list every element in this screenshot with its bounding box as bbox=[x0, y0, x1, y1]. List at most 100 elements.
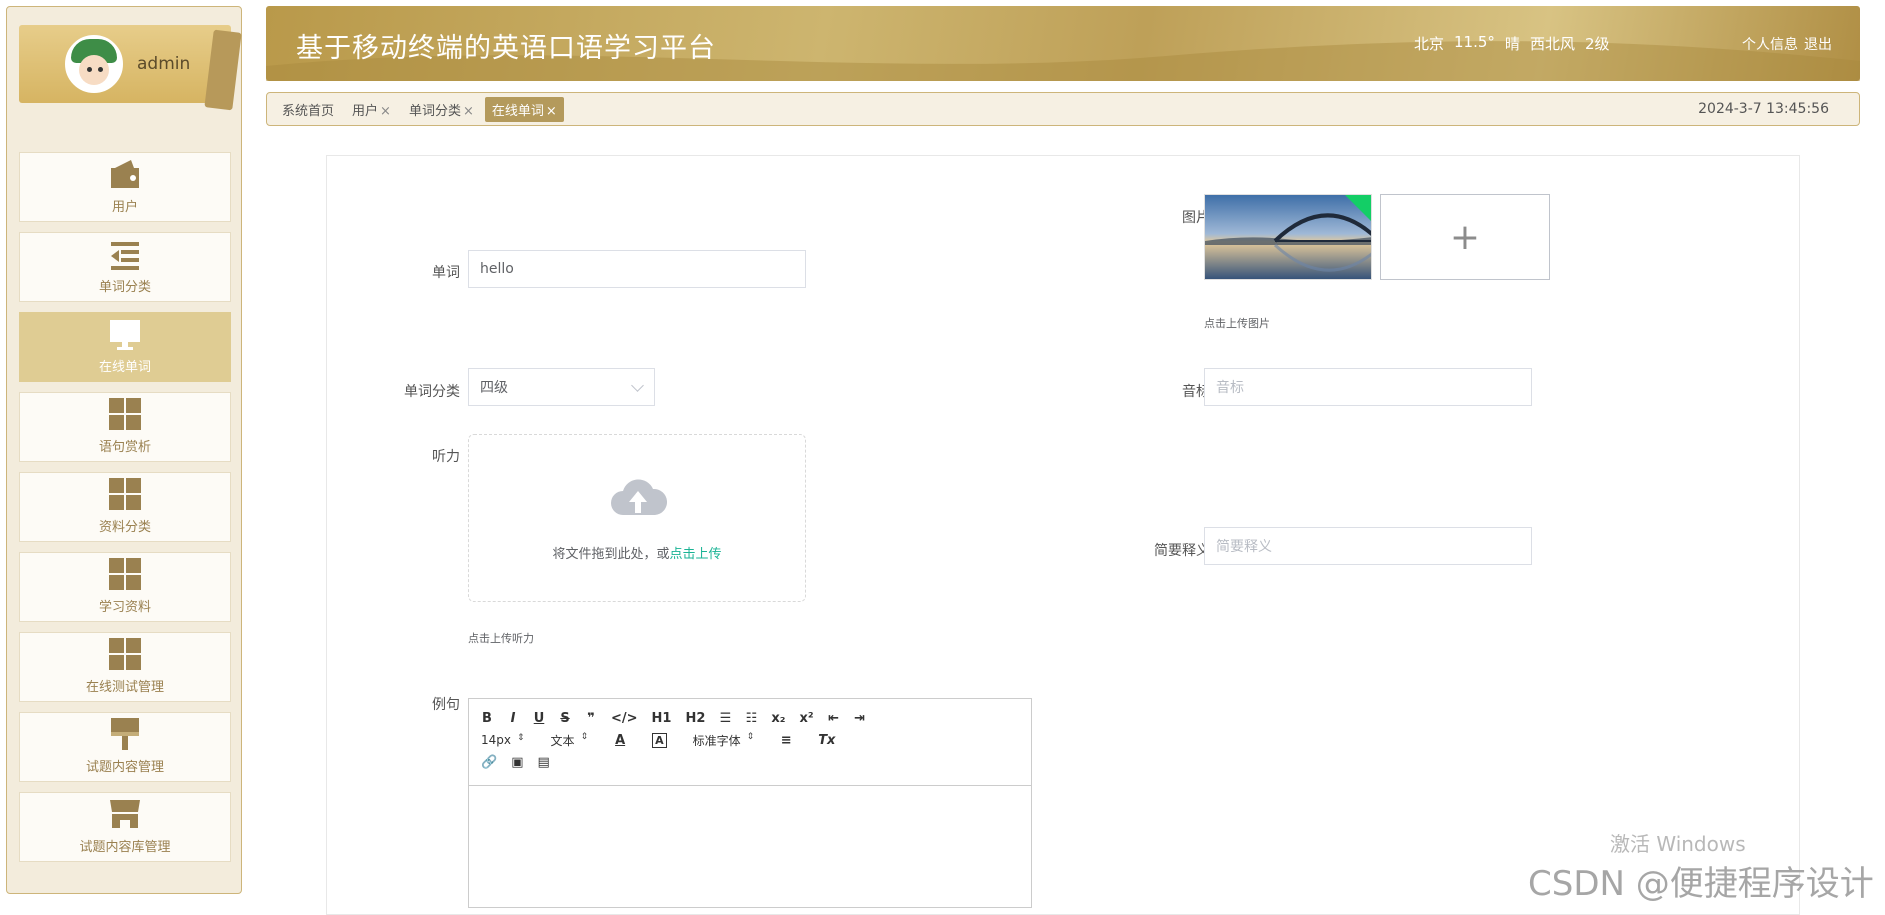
example-label: 例句 bbox=[432, 697, 460, 713]
audio-dropzone[interactable]: 将文件拖到此处，或点击上传 bbox=[468, 434, 806, 602]
audio-upload-hint: 点击上传听力 bbox=[468, 632, 534, 645]
header-links: 个人信息 退出 bbox=[1742, 34, 1832, 54]
code-icon[interactable]: </> bbox=[611, 711, 638, 726]
ordered-list-icon[interactable]: ☰ bbox=[719, 711, 732, 726]
listening-label: 听力 bbox=[432, 449, 460, 465]
definition-label: 简要释义 bbox=[1154, 543, 1210, 559]
sidebar-item-label: 单词分类 bbox=[98, 280, 151, 295]
profile-link[interactable]: 个人信息 bbox=[1742, 34, 1798, 54]
sidebar-item-label: 试题内容管理 bbox=[85, 760, 164, 775]
windows-activation-watermark: 激活 Windows bbox=[1610, 832, 1746, 856]
weather-info: 北京 11.5° 晴 西北风 2级 bbox=[1414, 33, 1610, 54]
heading1-icon[interactable]: H1 bbox=[652, 711, 672, 726]
add-image-button[interactable]: + bbox=[1380, 194, 1550, 280]
font-size-select[interactable]: 14px ⇕ bbox=[481, 733, 525, 747]
sidebar-item-label: 用户 bbox=[111, 200, 138, 215]
sidebar-item-word-category[interactable]: 单词分类 bbox=[19, 232, 231, 302]
uploaded-image-thumbnail[interactable] bbox=[1204, 194, 1372, 280]
weather-condition: 晴 bbox=[1504, 35, 1520, 53]
updown-icon: ⇕ bbox=[746, 731, 755, 742]
sidebar-item-label: 学习资料 bbox=[98, 600, 151, 615]
category-selected-value: 四级 bbox=[480, 380, 508, 396]
superscript-icon[interactable]: x² bbox=[800, 711, 814, 726]
image-upload-hint: 点击上传图片 bbox=[1204, 317, 1270, 330]
paint-roller-icon bbox=[107, 716, 143, 752]
updown-icon: ⇕ bbox=[580, 731, 589, 742]
toolbar-row-styles: 14px ⇕ 文本 ⇕ A A 标准字体 ⇕ ≡ Tx bbox=[481, 729, 1019, 751]
align-icon[interactable]: ≡ bbox=[780, 733, 792, 748]
image-label: 图片 bbox=[1182, 210, 1210, 226]
outdent-icon[interactable]: ⇤ bbox=[828, 711, 840, 726]
underline-icon[interactable]: U bbox=[533, 711, 545, 726]
video-icon[interactable]: ▤ bbox=[537, 755, 549, 770]
avatar bbox=[65, 35, 123, 93]
csdn-watermark: CSDN @便捷程序设计 bbox=[1528, 864, 1874, 904]
sidebar-item-label: 在线测试管理 bbox=[85, 680, 164, 695]
dropzone-text: 将文件拖到此处，或点击上传 bbox=[469, 543, 805, 562]
updown-icon: ⇕ bbox=[517, 733, 525, 743]
clear-format-icon[interactable]: Tx bbox=[818, 733, 835, 748]
subscript-icon[interactable]: x₂ bbox=[771, 711, 785, 726]
sidebar-item-label: 在线单词 bbox=[98, 360, 151, 375]
app-title: 基于移动终端的英语口语学习平台 bbox=[296, 33, 716, 64]
word-input[interactable]: hello bbox=[468, 250, 806, 288]
click-upload-link[interactable]: 点击上传 bbox=[670, 547, 722, 562]
text-style-select[interactable]: 文本 ⇕ bbox=[551, 732, 589, 749]
top-header: 基于移动终端的英语口语学习平台 北京 11.5° 晴 西北风 2级 个人信息 退… bbox=[266, 6, 1860, 81]
bullet-list-icon[interactable]: ☷ bbox=[745, 711, 758, 726]
background-color-icon[interactable]: A bbox=[652, 732, 667, 748]
italic-icon[interactable]: I bbox=[507, 711, 519, 726]
tab-word-category[interactable]: 单词分类 × bbox=[402, 97, 481, 122]
sidebar-item-sentence[interactable]: 语句赏析 bbox=[19, 392, 231, 462]
toolbar-row-formatting: B I U S ❞ </> H1 H2 ☰ ☷ x₂ x² ⇤ ⇥ bbox=[481, 707, 1019, 729]
current-datetime: 2024-3-7 13:45:56 bbox=[1698, 101, 1829, 117]
sidebar-item-user[interactable]: 用户 bbox=[19, 152, 231, 222]
category-select[interactable]: 四级 bbox=[468, 368, 655, 406]
user-profile[interactable]: admin bbox=[19, 25, 231, 103]
weather-level: 2级 bbox=[1584, 35, 1610, 53]
cloud-upload-icon bbox=[609, 475, 668, 521]
category-label: 单词分类 bbox=[404, 384, 460, 400]
sidebar-item-label: 资料分类 bbox=[98, 520, 151, 535]
dropzone-instruction: 将文件拖到此处，或 bbox=[552, 547, 670, 562]
blockquote-icon[interactable]: ❞ bbox=[585, 711, 597, 726]
tab-label: 在线单词 bbox=[491, 103, 544, 119]
font-color-icon[interactable]: A bbox=[614, 733, 626, 748]
sidebar-item-question-content[interactable]: 试题内容管理 bbox=[19, 712, 231, 782]
heading2-icon[interactable]: H2 bbox=[685, 711, 705, 726]
rich-text-editor: B I U S ❞ </> H1 H2 ☰ ☷ x₂ x² ⇤ ⇥ 14px ⇕ … bbox=[468, 698, 1032, 908]
logout-link[interactable]: 退出 bbox=[1804, 34, 1832, 54]
tab-home[interactable]: 系统首页 bbox=[275, 97, 341, 122]
sidebar-item-online-test[interactable]: 在线测试管理 bbox=[19, 632, 231, 702]
font-size-value: 14px bbox=[481, 733, 511, 747]
sidebar-item-question-bank[interactable]: 试题内容库管理 bbox=[19, 792, 231, 862]
editor-toolbar: B I U S ❞ </> H1 H2 ☰ ☷ x₂ x² ⇤ ⇥ 14px ⇕ … bbox=[469, 699, 1031, 786]
phonetic-input[interactable]: 音标 bbox=[1204, 368, 1532, 406]
close-icon[interactable]: × bbox=[546, 104, 557, 119]
close-icon[interactable]: × bbox=[380, 104, 391, 119]
sidebar-item-online-word[interactable]: 在线单词 bbox=[19, 312, 231, 382]
sidebar-item-label: 试题内容库管理 bbox=[79, 840, 171, 855]
sidebar-item-material-category[interactable]: 资料分类 bbox=[19, 472, 231, 542]
tab-online-word[interactable]: 在线单词 × bbox=[484, 96, 564, 122]
strikethrough-icon[interactable]: S bbox=[559, 711, 571, 726]
editor-content-area[interactable] bbox=[469, 786, 1031, 906]
weather-wind: 西北风 bbox=[1529, 35, 1575, 53]
indent-icon[interactable]: ⇥ bbox=[854, 711, 866, 726]
definition-input[interactable]: 简要释义 bbox=[1204, 527, 1532, 565]
weather-city: 北京 bbox=[1414, 35, 1445, 53]
sidebar-item-study-material[interactable]: 学习资料 bbox=[19, 552, 231, 622]
user-name: admin bbox=[137, 54, 191, 74]
bold-icon[interactable]: B bbox=[481, 711, 493, 726]
store-icon bbox=[107, 796, 143, 832]
toolbar-row-insert: 🔗 ▣ ▤ bbox=[481, 751, 1019, 773]
chevron-down-icon bbox=[631, 379, 644, 392]
weather-temp: 11.5° bbox=[1454, 33, 1495, 51]
tab-user[interactable]: 用户 × bbox=[345, 97, 398, 122]
link-icon[interactable]: 🔗 bbox=[481, 755, 497, 770]
font-family-select[interactable]: 标准字体 ⇕ bbox=[693, 732, 755, 749]
grid-icon bbox=[107, 396, 143, 432]
sidebar: admin 用户 单词分类 在线单词 语句赏析 资料分类 学习资料 在线测试管理… bbox=[6, 6, 242, 894]
image-icon[interactable]: ▣ bbox=[511, 755, 523, 770]
close-icon[interactable]: × bbox=[463, 104, 474, 119]
